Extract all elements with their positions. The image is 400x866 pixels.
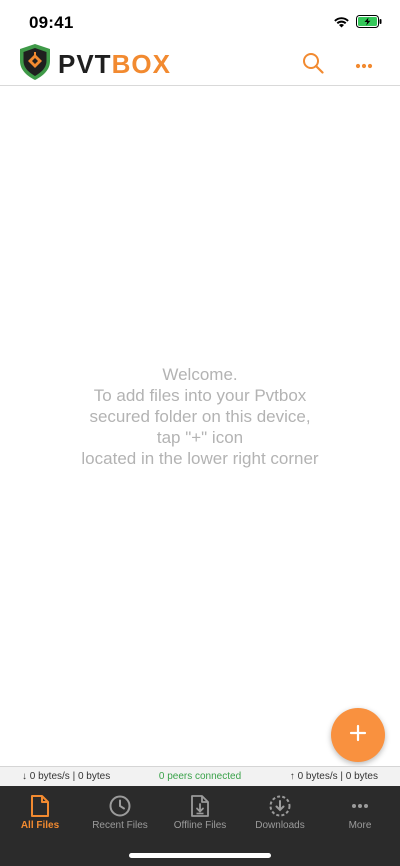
tab-downloads[interactable]: Downloads xyxy=(240,786,320,836)
offline-file-icon xyxy=(160,794,240,818)
more-options-button[interactable] xyxy=(349,50,379,80)
app-logo: PVTBOX xyxy=(18,43,171,86)
welcome-message: Welcome. To add files into your Pvtbox s… xyxy=(0,364,400,469)
tab-label: Recent Files xyxy=(92,820,148,831)
tab-label: Offline Files xyxy=(173,820,227,831)
tab-label: All Files xyxy=(20,820,60,831)
logo-text-box: BOX xyxy=(111,49,171,79)
download-speed: ↓ 0 bytes/s | 0 bytes xyxy=(22,771,111,782)
tab-label: More xyxy=(348,820,372,831)
tab-label: Downloads xyxy=(255,820,305,831)
plus-icon xyxy=(349,724,367,747)
tab-all-files[interactable]: All Files xyxy=(0,786,80,836)
more-dots-icon xyxy=(320,794,400,818)
status-time: 09:41 xyxy=(29,13,74,32)
welcome-line: located in the lower right corner xyxy=(81,449,319,468)
search-button[interactable] xyxy=(298,50,328,80)
battery-charging-icon xyxy=(356,15,382,33)
search-icon xyxy=(302,52,324,79)
shield-logo-icon xyxy=(18,43,52,86)
welcome-line: tap "+" icon xyxy=(156,428,244,447)
app-header: PVTBOX xyxy=(0,43,400,86)
upload-speed: ↑ 0 bytes/s | 0 bytes xyxy=(289,771,378,782)
logo-text: PVTBOX xyxy=(58,44,171,84)
welcome-line: To add files into your Pvtbox xyxy=(93,386,307,405)
tab-bar: All Files Recent Files Offline Files Dow… xyxy=(0,786,400,866)
tab-offline-files[interactable]: Offline Files xyxy=(160,786,240,836)
more-dots-icon xyxy=(355,56,373,74)
home-indicator[interactable] xyxy=(129,853,271,858)
status-icons xyxy=(333,15,382,33)
welcome-line: secured folder on this device, xyxy=(89,407,311,426)
file-icon xyxy=(0,794,80,818)
welcome-line: Welcome. xyxy=(162,365,238,384)
status-bar: 09:41 xyxy=(0,0,400,44)
tab-recent-files[interactable]: Recent Files xyxy=(80,786,160,836)
logo-text-pvt: PVT xyxy=(58,49,112,79)
clock-icon xyxy=(80,794,160,818)
add-file-button[interactable] xyxy=(331,708,385,762)
download-icon xyxy=(240,794,320,818)
transfer-status-bar: 0 peers connected ↓ 0 bytes/s | 0 bytes … xyxy=(0,766,400,786)
tab-more[interactable]: More xyxy=(320,786,400,836)
wifi-icon xyxy=(333,15,350,33)
